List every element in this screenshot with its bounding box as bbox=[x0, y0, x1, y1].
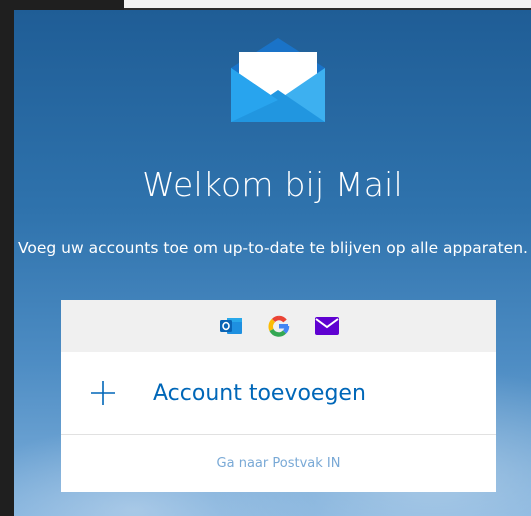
add-account-label: Account toevoegen bbox=[153, 380, 366, 406]
mail-welcome-window: Welkom bij Mail Voeg uw accounts toe om … bbox=[14, 10, 531, 516]
title-bar bbox=[124, 0, 531, 8]
account-card: Account toevoegen Ga naar Postvak IN bbox=[61, 300, 496, 492]
plus-icon bbox=[91, 381, 115, 405]
add-account-button[interactable]: Account toevoegen bbox=[61, 352, 496, 435]
go-to-inbox-link[interactable]: Ga naar Postvak IN bbox=[61, 435, 496, 491]
left-background-strip bbox=[0, 0, 14, 516]
welcome-title: Welkom bij Mail bbox=[142, 165, 403, 204]
welcome-subtitle: Voeg uw accounts toe om up-to-date te bl… bbox=[18, 239, 528, 257]
mail-app-icon bbox=[231, 38, 325, 122]
provider-bar bbox=[61, 300, 496, 352]
top-dark-area bbox=[0, 0, 124, 10]
yahoo-mail-icon bbox=[313, 312, 341, 340]
google-icon bbox=[265, 312, 293, 340]
outlook-icon bbox=[217, 312, 245, 340]
